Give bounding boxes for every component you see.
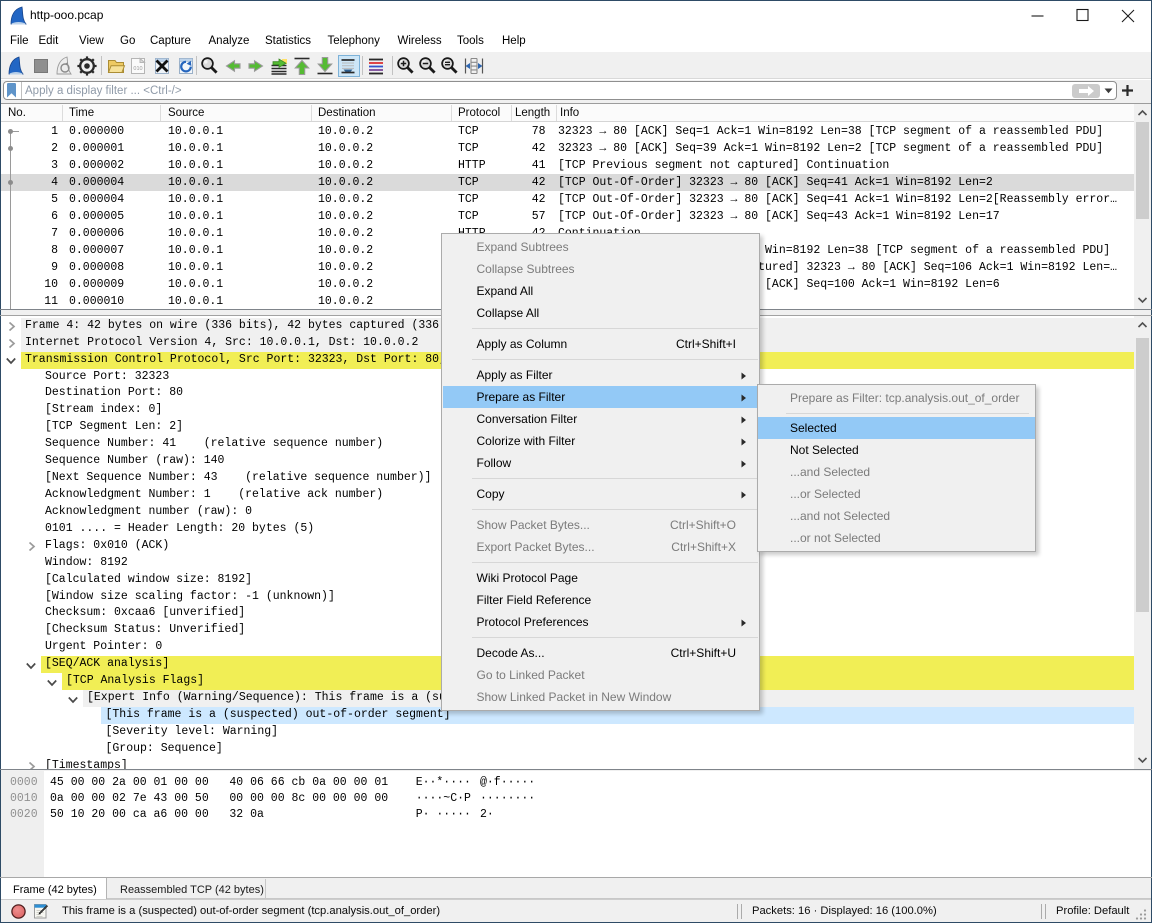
svg-text:010: 010 [134,66,143,72]
